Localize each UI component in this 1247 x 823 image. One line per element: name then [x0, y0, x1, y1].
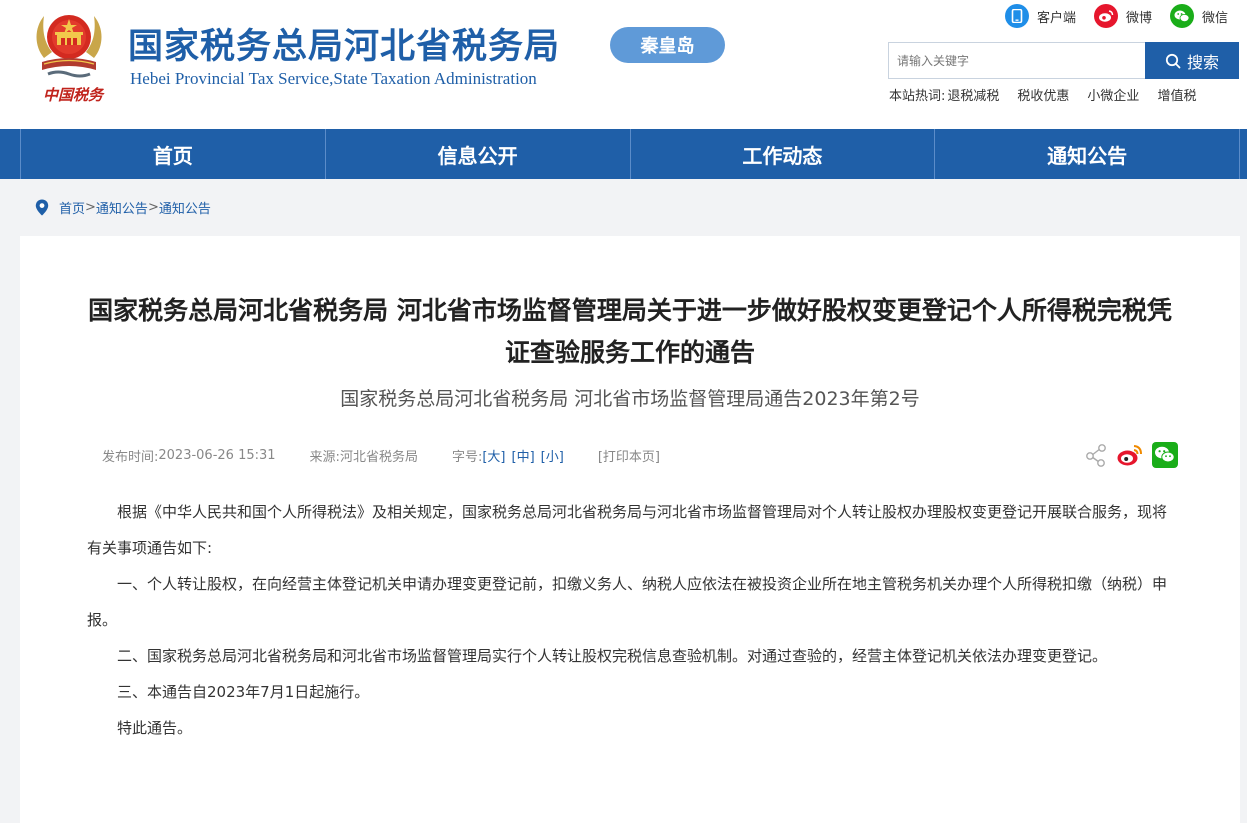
weibo-label: 微博: [1126, 10, 1153, 26]
client-app-link[interactable]: 客户端: [1005, 4, 1076, 28]
wechat-icon: [1170, 4, 1195, 28]
main-nav: 首页 信息公开 工作动态 通知公告: [0, 129, 1247, 179]
article-body: 根据《中华人民共和国个人所得税法》及相关规定，国家税务总局河北省税务局与河北省市…: [87, 494, 1175, 746]
article-paragraph: 三、本通告自2023年7月1日起施行。: [117, 683, 370, 701]
print-page-button[interactable]: [打印本页]: [598, 446, 660, 465]
wechat-label: 微信: [1202, 10, 1229, 26]
search-button[interactable]: 搜索: [1145, 42, 1239, 79]
hotwords-label: 本站热词:: [889, 89, 946, 104]
site-title: 国家税务总局河北省税务局: [128, 27, 561, 67]
nav-item-info-disclosure[interactable]: 信息公开: [324, 129, 630, 179]
font-size-small-button[interactable]: [小]: [541, 446, 564, 465]
article-meta: 发布时间: 2023-06-26 15:31 来源: 河北省税务局 字号: [大…: [102, 445, 660, 465]
breadcrumb-item[interactable]: 首页: [59, 198, 85, 217]
search-button-label: 搜索: [1186, 52, 1219, 72]
article-panel: 国家税务总局河北省税务局 河北省市场监督管理局关于进一步做好股权变更登记个人所得…: [20, 236, 1240, 823]
search-input[interactable]: [889, 43, 1146, 78]
breadcrumb-separator: >: [85, 199, 96, 215]
hotword-item[interactable]: 退税减税: [947, 85, 999, 104]
article-doc-number: 国家税务总局河北省税务局 河北省市场监督管理局通告2023年第2号: [340, 388, 920, 410]
breadcrumb: 首页 > 通知公告 > 通知公告: [35, 198, 211, 217]
location-pin-icon: [35, 199, 49, 215]
phone-icon: [1005, 4, 1029, 28]
site-header: 中国税务 国家税务总局河北省税务局 Hebei Provincial Tax S…: [0, 0, 1247, 129]
source-value: 河北省税务局: [339, 449, 418, 465]
breadcrumb-separator: >: [147, 199, 159, 215]
share-weibo-icon[interactable]: [1116, 442, 1144, 468]
weibo-icon: [1094, 4, 1119, 28]
nav-item-work-news[interactable]: 工作动态: [629, 129, 935, 179]
share-bar: [1076, 440, 1178, 470]
font-size-medium-button[interactable]: [中]: [512, 446, 535, 465]
breadcrumb-item[interactable]: 通知公告: [96, 198, 148, 217]
emblem-text: 中国税务: [42, 86, 103, 104]
hotword-item[interactable]: 税收优惠: [1017, 85, 1069, 104]
weibo-link[interactable]: 微博: [1094, 4, 1152, 28]
article-paragraph: 一、个人转让股权，在向经营主体登记机关申请办理变更登记前，扣缴义务人、纳税人应依…: [87, 575, 1168, 629]
share-icon[interactable]: [1084, 443, 1108, 467]
hotword-item[interactable]: 小微企业: [1087, 85, 1139, 104]
source-label: 来源:: [309, 449, 340, 465]
search-box: 搜索: [888, 42, 1239, 79]
city-badge[interactable]: 秦皇岛: [610, 27, 725, 63]
breadcrumb-item[interactable]: 通知公告: [159, 198, 211, 217]
article-paragraph: 二、国家税务总局河北省税务局和河北省市场监督管理局实行个人转让股权完税信息查验机…: [117, 647, 1108, 665]
site-subtitle: Hebei Provincial Tax Service,State Taxat…: [130, 69, 537, 88]
article-paragraph: 特此通告。: [117, 719, 193, 737]
search-icon: [1165, 53, 1181, 68]
client-app-label: 客户端: [1037, 10, 1077, 26]
publish-time-label: 发布时间:: [102, 449, 159, 465]
nav-item-notices[interactable]: 通知公告: [934, 129, 1240, 179]
nav-item-home[interactable]: 首页: [20, 129, 325, 179]
top-links: 客户端 微博 微信: [1005, 4, 1228, 28]
hotword-item[interactable]: 增值税: [1157, 85, 1196, 104]
hotwords: 本站热词: 退税减税 税收优惠 小微企业 增值税: [889, 85, 1196, 104]
font-size-label: 字号:: [451, 449, 483, 465]
font-size-large-button[interactable]: [大]: [482, 446, 505, 465]
wechat-link[interactable]: 微信: [1170, 4, 1228, 28]
article-paragraph: 根据《中华人民共和国个人所得税法》及相关规定，国家税务总局河北省税务局与河北省市…: [87, 503, 1168, 557]
article-title: 国家税务总局河北省税务局 河北省市场监督管理局关于进一步做好股权变更登记个人所得…: [88, 296, 1172, 367]
publish-time: 2023-06-26 15:31: [158, 447, 276, 463]
tax-emblem-logo[interactable]: 中国税务: [30, 6, 108, 106]
share-wechat-icon[interactable]: [1152, 442, 1178, 468]
